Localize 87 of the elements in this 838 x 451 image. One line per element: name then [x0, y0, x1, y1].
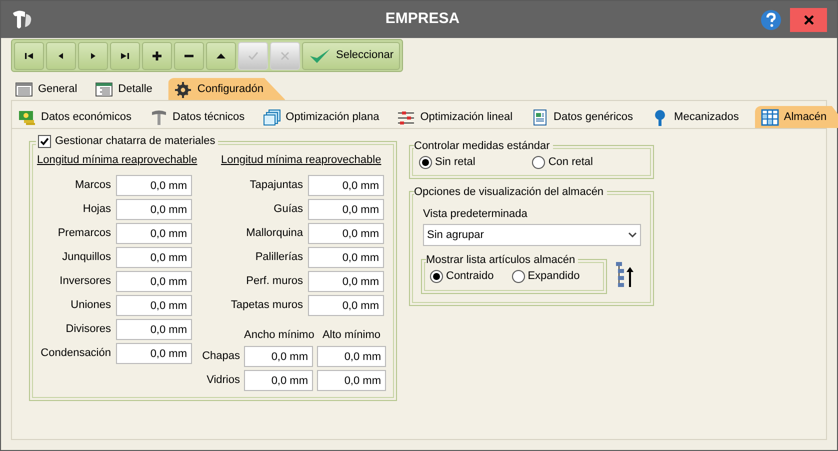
check-icon: [309, 48, 331, 64]
field-label: Mallorquina: [245, 226, 303, 242]
close-icon: [804, 14, 814, 24]
field-label: Inversores: [58, 274, 111, 290]
tab[interactable]: General: [13, 78, 80, 100]
subtab[interactable]: Datos económicos: [16, 106, 134, 128]
field-label: Tapajuntas: [248, 178, 303, 194]
check-icon: [40, 136, 49, 146]
close-button[interactable]: [790, 8, 827, 32]
input-field[interactable]: 0,0 mm: [116, 343, 192, 364]
field-label: Condensación: [40, 346, 111, 362]
field-label: Perf. muros: [245, 274, 303, 290]
stacked-squares-icon: [262, 108, 281, 126]
field-label: Marcos: [74, 178, 111, 194]
remove-button[interactable]: [174, 42, 204, 70]
subtab[interactable]: Datos técnicos: [148, 106, 247, 128]
subtab[interactable]: Optimización plana: [260, 106, 382, 128]
input-field[interactable]: 0,0 mm: [308, 247, 384, 268]
field-label: Vista predeterminada: [423, 207, 528, 222]
radio-option[interactable]: Expandido: [512, 268, 580, 284]
radio-button[interactable]: [532, 156, 546, 169]
input-field[interactable]: 0,0 mm: [308, 271, 384, 292]
field-label: Guías: [272, 202, 303, 218]
input-field[interactable]: 0,0 mm: [116, 223, 192, 244]
column-heading: Longitud mínima reaprovechable: [37, 153, 198, 168]
radio-option[interactable]: Contraido: [430, 268, 494, 284]
subtab[interactable]: Datos genéricos: [528, 106, 636, 128]
tab[interactable]: Detalle: [93, 78, 154, 100]
tree-sort-icon[interactable]: [615, 261, 635, 288]
input-field[interactable]: 0,0 mm: [116, 271, 192, 292]
input-field[interactable]: 0,0 mm: [317, 346, 386, 367]
cross-icon: [279, 50, 291, 62]
subtab[interactable]: Almacén: [754, 106, 838, 128]
subtab[interactable]: Mecanizados: [649, 106, 741, 128]
input-field[interactable]: 0,0 mm: [116, 295, 192, 316]
radio-button[interactable]: [430, 270, 443, 283]
checkbox[interactable]: [38, 134, 51, 148]
banknote-icon: [18, 108, 36, 126]
field-label: Uniones: [70, 298, 111, 314]
add-button[interactable]: [142, 42, 172, 70]
subtab[interactable]: Optimización lineal: [395, 106, 515, 128]
scrap-checkbox[interactable]: Gestionar chatarra de materiales: [36, 133, 218, 150]
sliders-icon: [397, 108, 416, 126]
field-label: Palillerías: [254, 250, 303, 266]
document-lines-icon: [95, 80, 114, 98]
column-heading: Alto mínimo: [321, 328, 382, 343]
gear-icon: [174, 80, 192, 98]
help-icon[interactable]: [760, 8, 782, 30]
input-field[interactable]: 0,0 mm: [308, 199, 384, 220]
radio-option[interactable]: Con retal: [532, 154, 593, 170]
input-field[interactable]: 0,0 mm: [116, 199, 192, 220]
document-icon: [530, 108, 549, 126]
input-field[interactable]: 0,0 mm: [308, 175, 384, 196]
document-lines-icon: [15, 80, 33, 98]
input-field[interactable]: 0,0 mm: [244, 346, 313, 367]
check-icon: [247, 50, 259, 62]
field-label: Premarcos: [56, 226, 111, 242]
up-button[interactable]: [206, 42, 236, 70]
dropdown[interactable]: Sin agrupar: [423, 224, 641, 246]
column-heading: Longitud mínima reaprovechable: [221, 153, 382, 168]
chevron-down-icon: [628, 232, 637, 238]
last-button[interactable]: [110, 42, 140, 70]
field-label: Hojas: [82, 202, 111, 218]
input-field[interactable]: 0,0 mm: [116, 319, 192, 340]
field-label: Tapetas muros: [230, 298, 303, 314]
group-title: Opciones de visualización del almacén: [414, 184, 607, 200]
hammer-icon: [150, 108, 168, 126]
field-label: Divisores: [64, 322, 111, 338]
grid-icon: [760, 108, 779, 126]
input-field[interactable]: 0,0 mm: [308, 295, 384, 316]
input-field[interactable]: 0,0 mm: [244, 370, 313, 391]
column-heading: Ancho mínimo: [244, 328, 313, 343]
radio-button[interactable]: [419, 156, 432, 169]
field-label: Junquillos: [61, 250, 111, 266]
tab[interactable]: Configuradón: [168, 78, 286, 100]
radio-button[interactable]: [512, 270, 525, 283]
select-button[interactable]: Seleccionar: [302, 42, 400, 70]
window-title: EMPRESA: [385, 9, 460, 30]
input-field[interactable]: 0,0 mm: [116, 175, 192, 196]
field-label: Vidrios: [206, 373, 240, 388]
input-field[interactable]: 0,0 mm: [308, 223, 384, 244]
field-label: Chapas: [201, 349, 240, 364]
input-field[interactable]: 0,0 mm: [116, 247, 192, 268]
first-button[interactable]: [14, 42, 44, 70]
plus-icon: [151, 50, 163, 62]
input-field[interactable]: 0,0 mm: [317, 370, 386, 391]
radio-option[interactable]: Sin retal: [419, 154, 476, 170]
